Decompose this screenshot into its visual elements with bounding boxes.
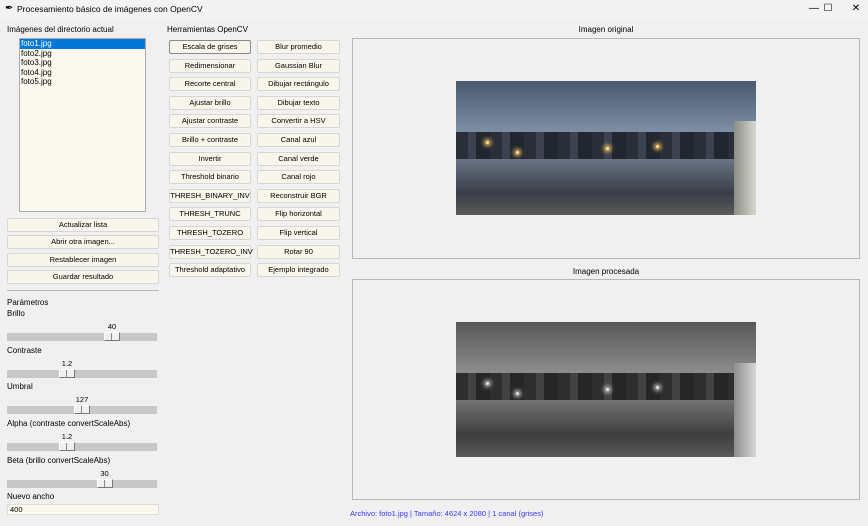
left-button-3[interactable]: Guardar resultado [7,269,159,284]
tool-button[interactable]: Ejemplo integrado [257,263,340,278]
tool-button[interactable]: Invertir [169,151,251,166]
slider-label: Umbral [7,382,33,392]
list-item[interactable]: foto5.jpg [20,77,145,87]
tool-button[interactable]: Ajustar contraste [169,114,251,129]
slider-value: 1.2 [61,432,73,442]
file-listbox[interactable]: foto1.jpg foto2.jpg foto3.jpg foto4.jpg foto… [19,38,146,212]
tool-button[interactable]: Redimensionar [169,58,251,73]
tool-button[interactable]: Canal verde [257,151,340,166]
tool-button[interactable]: Canal rojo [257,170,340,185]
tool-button[interactable]: THRESH_TOZERO_INV [169,244,253,259]
slider-track[interactable] [7,332,157,341]
new-width-input[interactable]: 400 [7,504,159,515]
list-item[interactable]: foto1.jpg [20,39,145,49]
tool-button[interactable]: Flip horizontal [257,207,340,222]
slider-label: Alpha (contraste convertScaleAbs) [7,419,131,429]
separator [7,290,159,291]
tool-button[interactable]: Ajustar brillo [169,95,251,110]
maximize-button[interactable]: ☐ [814,2,842,16]
tool-button[interactable]: Dibujar rectángulo [257,77,340,92]
status-bar: Archivo: foto1.jpg | Tamaño: 4624 x 2080… [350,509,544,518]
tool-button[interactable]: Flip vertical [257,226,340,240]
slider-value: 127 [75,395,89,405]
list-item[interactable]: foto4.jpg [20,68,145,78]
list-item[interactable]: foto3.jpg [20,58,145,68]
list-item[interactable]: foto2.jpg [20,49,145,59]
processed-image-label: Imagen procesada [572,267,640,276]
slider-value: 30 [100,468,109,478]
original-image [456,81,756,215]
original-image-label: Imagen original [578,25,634,34]
left-button-2[interactable]: Restablecer imagen [7,252,159,267]
slider-thumb[interactable] [104,332,120,341]
slider-label: Contraste [7,345,42,355]
app-feather-icon: ✒ [5,3,14,14]
tool-button[interactable]: Convertir a HSV [257,114,340,129]
tool-button[interactable]: Brillo + contraste [169,133,251,147]
tool-button[interactable]: Threshold adaptativo [169,263,251,278]
slider-track[interactable] [7,478,157,488]
title-bar: ✒ Procesamiento básico de imágenes con O… [0,0,868,18]
params-label: Parámetros [7,298,49,307]
tools-label: Herramientas OpenCV [167,25,248,34]
slider-value: 40 [107,322,117,331]
tool-button[interactable]: Threshold binario [169,170,251,185]
tool-button[interactable]: THRESH_TRUNC [169,207,251,222]
slider-thumb[interactable] [59,442,75,452]
tool-button[interactable]: THRESH_BINARY_INV [169,188,251,203]
slider-thumb[interactable] [96,478,113,488]
tool-button[interactable]: Reconstruir BGR [257,188,340,203]
tool-button[interactable]: Dibujar texto [257,95,340,110]
tool-button[interactable]: Rotar 90 [257,244,340,259]
close-button[interactable]: ✕ [842,2,868,16]
tool-button[interactable]: Blur promedio [257,40,340,54]
left-button-1[interactable]: Abrir otra imagen... [7,235,159,250]
slider-value: 1.2 [61,358,73,368]
tool-button[interactable]: THRESH_TOZERO [169,226,251,240]
slider-track[interactable] [7,442,157,452]
tool-button[interactable]: Canal azul [257,133,340,147]
slider-track[interactable] [7,405,157,415]
slider-label: Beta (brillo convertScaleAbs) [7,455,111,465]
tool-button[interactable]: Escala de grises [169,40,251,54]
width-label: Nuevo ancho [7,492,55,501]
slider-track[interactable] [7,368,157,378]
slider-thumb[interactable] [59,368,75,378]
left-button-0[interactable]: Actualizar lista [7,218,159,232]
window-title: Procesamiento básico de imágenes con Ope… [17,4,203,14]
file-list-label: Imágenes del directorio actual [7,25,114,34]
slider-label: Brillo [7,309,25,318]
tool-button[interactable]: Gaussian Blur [257,58,340,73]
tool-button[interactable]: Recorte central [169,77,251,92]
processed-image [456,322,756,457]
slider-thumb[interactable] [74,405,90,415]
